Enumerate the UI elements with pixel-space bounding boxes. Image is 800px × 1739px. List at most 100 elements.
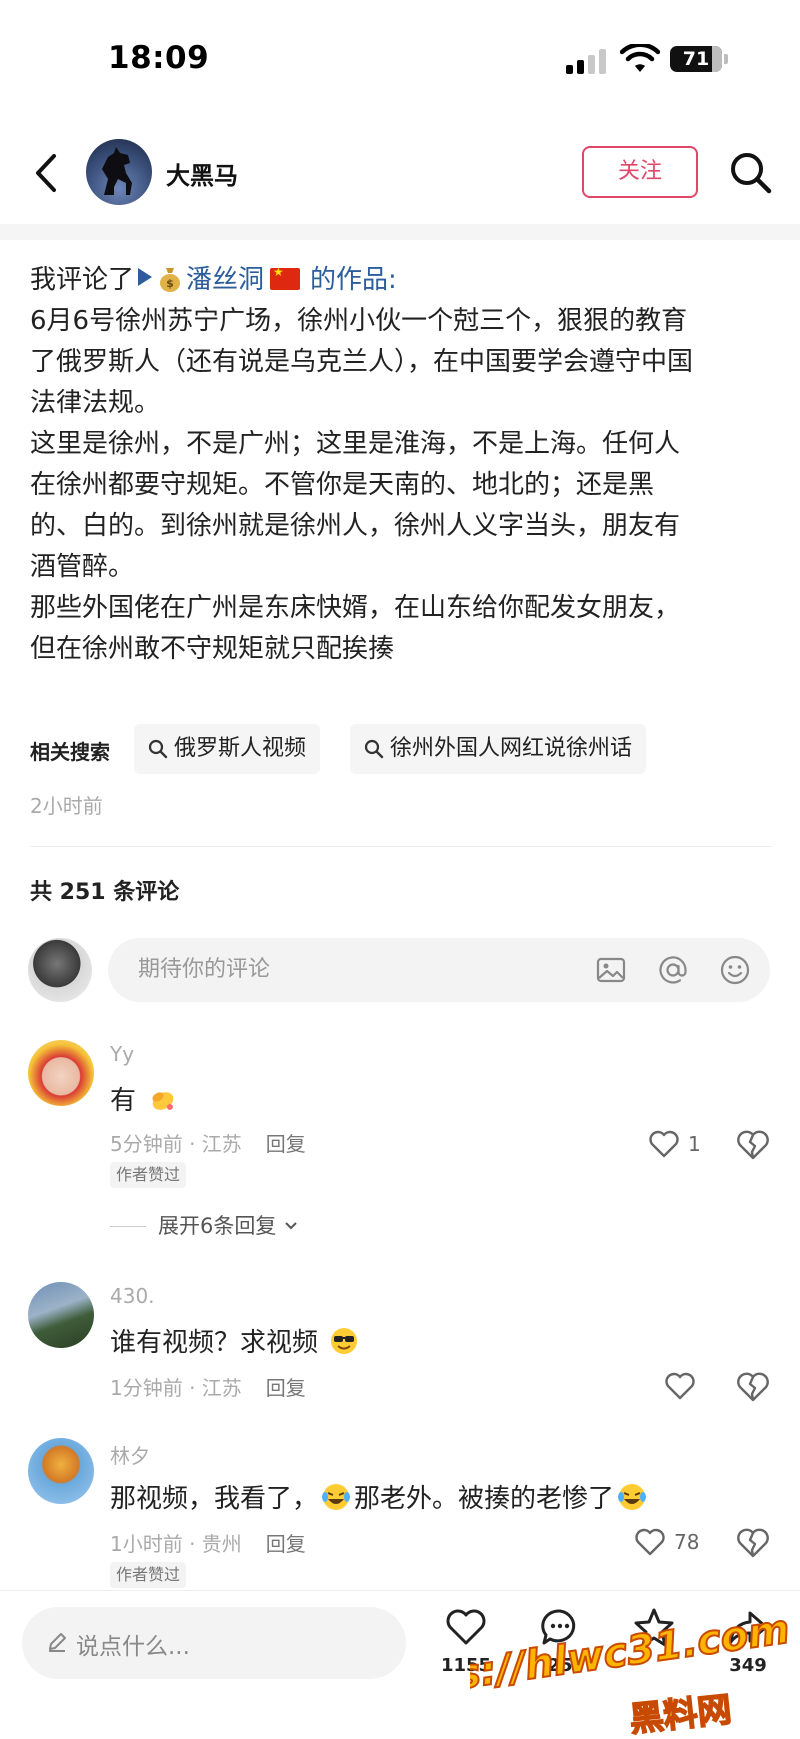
heart-icon[interactable] [664, 1370, 696, 1402]
related-search-chip[interactable]: 徐州外国人网红说徐州话 [350, 724, 647, 774]
like-count: 78 [674, 1530, 700, 1554]
post-line: 法律法规。 [30, 388, 161, 418]
comment-meta: 1小时前 · 贵州 回复 [110, 1528, 306, 1557]
comment-text-main: 谁有视频？求视频 [110, 1328, 319, 1358]
heart-icon[interactable] [634, 1526, 666, 1558]
related-search-label: 俄罗斯人视频 [174, 736, 307, 761]
comment-text: 谁有视频？求视频 [110, 1322, 358, 1359]
play-icon [138, 268, 153, 286]
author-name[interactable]: 大黑马 [166, 156, 238, 191]
post-intro: 我评论了 $ 潘丝洞 的作品: [30, 260, 772, 301]
commenter-name[interactable]: 林夕 [110, 1440, 150, 1469]
expand-line [110, 1226, 146, 1227]
money-bag-icon: $ [160, 268, 181, 292]
back-arrow-icon[interactable] [28, 150, 68, 196]
battery-icon: 71 [670, 46, 722, 72]
related-label: 相关搜索 [30, 740, 110, 764]
follow-button[interactable]: 关注 [582, 146, 698, 198]
top-nav: 大黑马 关注 [0, 128, 800, 220]
search-icon [148, 739, 168, 759]
broken-heart-icon[interactable] [736, 1526, 770, 1560]
battery-tip [724, 54, 728, 64]
like-count: 1 [688, 1132, 701, 1156]
mention-icon[interactable] [656, 953, 690, 987]
commenter-avatar[interactable] [28, 1438, 94, 1504]
laughing-crying-face-icon [618, 1484, 647, 1510]
reply-button[interactable]: 回复 [266, 1532, 306, 1556]
header-divider [0, 224, 800, 240]
chevron-down-icon [285, 1222, 297, 1230]
reply-button[interactable]: 回复 [266, 1376, 306, 1400]
author-liked-badge: 作者赞过 [110, 1562, 187, 1588]
like-button[interactable]: 1155 [426, 1605, 506, 1676]
wifi-icon [620, 44, 660, 72]
post-time: 2小时前 [30, 794, 103, 818]
post-line: 了俄罗斯人（还有说是乌克兰人），在中国要学会遵守中国 [30, 347, 694, 377]
clapping-hand-icon [152, 1092, 174, 1110]
comment-meta: 1分钟前 · 江苏 回复 [110, 1372, 306, 1401]
favorite-button[interactable] [614, 1605, 694, 1655]
image-icon[interactable] [594, 953, 628, 987]
post-detail-page: 18:09 71 大黑马 关注 我评论了 $ 潘丝洞★ 的作品: 6月6号徐州苏… [0, 0, 800, 1739]
author-liked-badge: 作者赞过 [110, 1162, 187, 1188]
battery-level: 71 [682, 48, 710, 70]
post-line: 但在徐州敢不守规矩就只配挨揍 [30, 634, 395, 664]
intro-prefix: 我评论了 [30, 265, 135, 295]
post-line: 这里是徐州，不是广州；这里是淮海，不是上海。任何人 [30, 429, 681, 459]
say-something-input[interactable]: 说点什么... [22, 1607, 406, 1679]
comment-meta: 5分钟前 · 江苏 回复 [110, 1128, 306, 1157]
post-body: 我评论了$潘丝洞的作品: 6月6号徐州苏宁广场，徐州小伙一个尅三个，狠狠的教育 … [30, 260, 772, 670]
heart-icon[interactable] [648, 1128, 680, 1160]
reply-button[interactable]: 回复 [266, 1132, 306, 1156]
search-icon [364, 739, 384, 759]
post-line: 在徐州都要守规矩。不管你是天南的、地北的；还是黑 [30, 470, 655, 500]
comment-time-location: 1分钟前 · 江苏 [110, 1376, 242, 1400]
broken-heart-icon[interactable] [736, 1128, 770, 1162]
heart-icon [446, 1609, 486, 1645]
section-divider [30, 846, 772, 847]
like-count: 1155 [440, 1655, 492, 1676]
commenter-name[interactable]: 430. [110, 1284, 155, 1308]
cellular-signal-icon [566, 48, 610, 74]
pencil-icon [49, 1633, 66, 1652]
commenter-avatar[interactable] [28, 1040, 94, 1106]
status-bar: 18:09 71 [0, 0, 800, 118]
comment-text-part: 那老外。被揍的老惨了 [354, 1484, 615, 1514]
post-line: 酒管醉。 [30, 552, 135, 582]
bottom-action-bar: 说点什么... 1155 25 349 [0, 1590, 800, 1739]
comment-text: 有 [110, 1080, 176, 1117]
post-line: 那些外国佬在广州是东床快婿，在山东给你配发女朋友， [30, 593, 681, 623]
laughing-crying-face-icon [322, 1484, 351, 1510]
intro-suffix[interactable]: 的作品: [310, 265, 397, 295]
commenter-avatar[interactable] [28, 1282, 94, 1348]
related-search-label: 徐州外国人网红说徐州话 [390, 736, 633, 761]
comment-text-main: 有 [110, 1086, 137, 1116]
china-flag-icon [270, 265, 301, 290]
share-count: 349 [729, 1655, 767, 1676]
search-icon[interactable] [728, 150, 774, 196]
star-icon [634, 1608, 674, 1647]
intro-author-link[interactable]: 潘丝洞 [186, 265, 264, 295]
say-placeholder: 说点什么... [76, 1634, 190, 1660]
expand-replies-button[interactable]: 展开6条回复 [110, 1210, 299, 1240]
comment-text: 那视频，我看了， 那老外。被揍的老惨了 [110, 1478, 647, 1515]
sunglasses-face-icon [331, 1328, 358, 1354]
broken-heart-icon[interactable] [736, 1370, 770, 1404]
comment-button[interactable]: 25 [520, 1605, 600, 1676]
comment-bubble-icon [541, 1609, 576, 1645]
emoji-icon[interactable] [718, 953, 752, 987]
post-line: 6月6号徐州苏宁广场，徐州小伙一个尅三个，狠狠的教育 [30, 306, 688, 336]
horse-icon [102, 147, 132, 195]
my-avatar [28, 938, 92, 1002]
comment-time-location: 5分钟前 · 江苏 [110, 1132, 242, 1156]
comment-time-location: 1小时前 · 贵州 [110, 1532, 242, 1556]
author-avatar[interactable] [86, 139, 152, 205]
comment-text-part: 那视频，我看了， [110, 1484, 319, 1514]
share-button[interactable]: 349 [708, 1605, 788, 1676]
status-time: 18:09 [108, 40, 210, 76]
share-arrow-icon [728, 1611, 768, 1645]
commenter-name[interactable]: Yy [110, 1042, 134, 1066]
related-search-chip[interactable]: 俄罗斯人视频 [134, 724, 321, 774]
svg-text:$: $ [166, 277, 174, 290]
expand-replies-label: 展开6条回复 [158, 1214, 277, 1238]
